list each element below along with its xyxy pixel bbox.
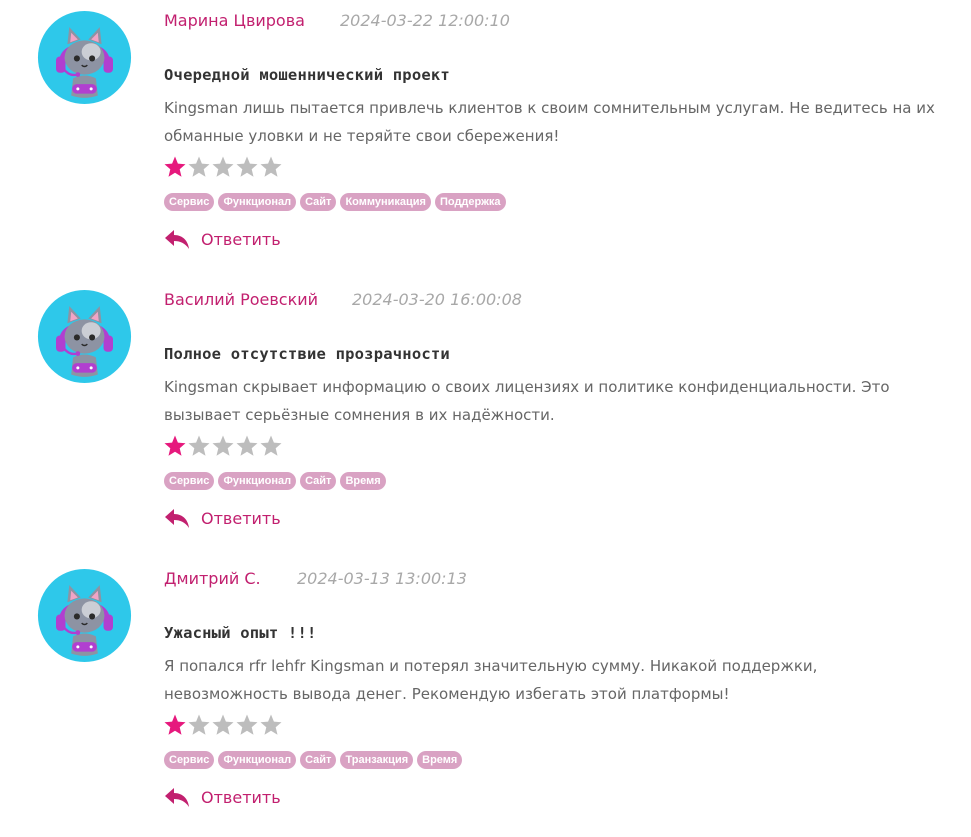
- star-icon: [260, 714, 282, 735]
- reply-button[interactable]: Ответить: [164, 507, 281, 529]
- star-icon: [236, 156, 258, 177]
- cat-avatar-icon: [37, 289, 132, 384]
- star-icon: [188, 435, 210, 456]
- reply-arrow-icon: [165, 230, 189, 249]
- star-rating: [163, 155, 283, 179]
- review-title: Полное отсутствие прозрачности: [164, 345, 450, 363]
- reply-button[interactable]: Ответить: [164, 228, 281, 250]
- reply-arrow-icon: [165, 788, 189, 807]
- review-card: Василий Роевский 2024-03-20 16:00:08 Пол…: [0, 279, 971, 558]
- avatar: [37, 10, 132, 105]
- tag-badge: Сайт: [300, 751, 337, 769]
- review-date: 2024-03-20 16:00:08: [352, 290, 522, 309]
- review-author: Дмитрий С.: [164, 569, 261, 588]
- star-rating: [163, 434, 283, 458]
- star-icon: [212, 156, 234, 177]
- cat-avatar-icon: [37, 10, 132, 105]
- star-icon: [236, 714, 258, 735]
- review-title: Ужасный опыт !!!: [164, 624, 317, 642]
- tag-badge: Сайт: [300, 193, 337, 211]
- avatar: [37, 289, 132, 384]
- review-title: Очередной мошеннический проект: [164, 66, 450, 84]
- tag-badge: Функционал: [218, 751, 297, 769]
- star-icon: [164, 435, 186, 456]
- tag-badge: Сервис: [164, 193, 215, 211]
- star-icon: [212, 714, 234, 735]
- star-icon: [260, 156, 282, 177]
- avatar: [37, 568, 132, 663]
- review-card: Дмитрий С. 2024-03-13 13:00:13 Ужасный о…: [0, 558, 971, 837]
- star-rating: [163, 713, 283, 737]
- star-icon: [260, 435, 282, 456]
- tag-badge: Сайт: [300, 472, 337, 490]
- reply-label: Ответить: [201, 787, 281, 807]
- review-date: 2024-03-13 13:00:13: [297, 569, 467, 588]
- tag-badge: Сервис: [164, 472, 215, 490]
- tag-list: Сервис Функционал Сайт Время: [164, 472, 386, 490]
- reply-arrow-icon: [165, 509, 189, 528]
- tag-badge: Функционал: [218, 193, 297, 211]
- reply-button[interactable]: Ответить: [164, 786, 281, 808]
- reply-label: Ответить: [201, 229, 281, 249]
- review-author: Василий Роевский: [164, 290, 319, 309]
- review-text: Kingsman скрывает информацию о своих лиц…: [164, 378, 890, 424]
- cat-avatar-icon: [37, 568, 132, 663]
- review-text: Kingsman лишь пытается привлечь клиентов…: [164, 99, 935, 145]
- tag-badge: Сервис: [164, 751, 215, 769]
- review-author: Марина Цвирова: [164, 11, 305, 30]
- tag-badge: Время: [340, 472, 386, 490]
- tag-badge: Поддержка: [434, 193, 506, 211]
- tag-badge: Функционал: [218, 472, 297, 490]
- review-date: 2024-03-22 12:00:10: [340, 11, 510, 30]
- reply-label: Ответить: [201, 508, 281, 528]
- tag-list: Сервис Функционал Сайт Коммуникация Подд…: [164, 193, 506, 211]
- tag-badge: Коммуникация: [340, 193, 431, 211]
- star-icon: [188, 714, 210, 735]
- star-icon: [212, 435, 234, 456]
- review-text: Я попался rfr lehfr Kingsman и потерял з…: [164, 657, 818, 703]
- review-card: Марина Цвирова 2024-03-22 12:00:10 Очере…: [0, 0, 971, 279]
- star-icon: [164, 714, 186, 735]
- tag-badge: Время: [417, 751, 463, 769]
- tag-badge: Транзакция: [340, 751, 414, 769]
- star-icon: [236, 435, 258, 456]
- star-icon: [188, 156, 210, 177]
- tag-list: Сервис Функционал Сайт Транзакция Время: [164, 751, 463, 769]
- star-icon: [164, 156, 186, 177]
